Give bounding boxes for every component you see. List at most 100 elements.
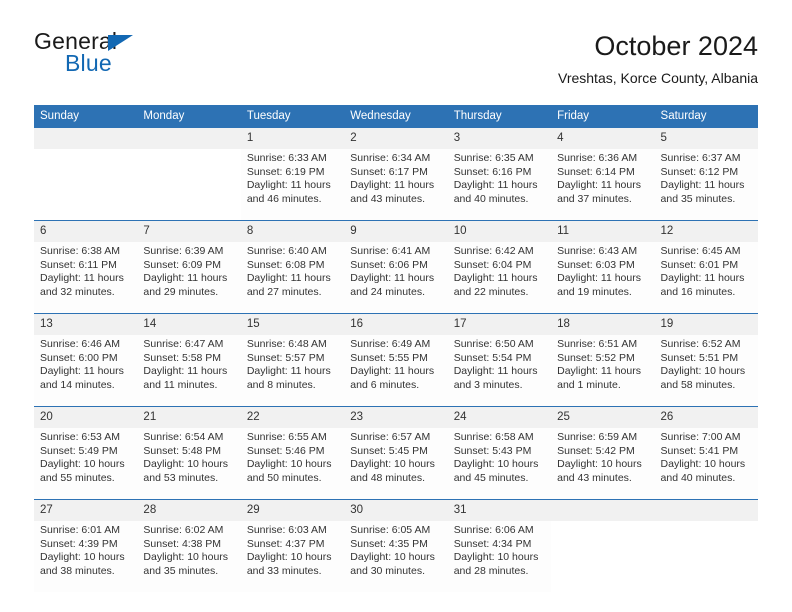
day-sunrise-text: Sunrise: 6:42 AM bbox=[453, 245, 534, 257]
day-sunset-text: Sunset: 4:38 PM bbox=[143, 537, 222, 550]
day-number[interactable]: 2 bbox=[344, 128, 448, 149]
day-daylight-2-text: and 29 minutes. bbox=[143, 285, 219, 298]
day-sunrise-text: Sunrise: 6:38 AM bbox=[40, 245, 120, 257]
day-cell[interactable]: Sunrise: 6:46 AM Sunset: 6:00 PM Daylight:… bbox=[34, 335, 138, 406]
day-sunrise-text: Sunrise: 6:36 AM bbox=[557, 152, 638, 164]
day-cell[interactable]: Sunrise: 6:59 AM Sunset: 5:42 PM Daylight:… bbox=[551, 428, 655, 499]
day-daylight-1-text: Daylight: 10 hours bbox=[453, 458, 539, 471]
day-cell[interactable]: Sunrise: 6:02 AM Sunset: 4:38 PM Daylight:… bbox=[137, 521, 241, 592]
day-number[interactable]: 5 bbox=[654, 128, 758, 149]
day-number[interactable]: 23 bbox=[344, 407, 448, 428]
week-detail-row: Sunrise: 6:46 AM Sunset: 6:00 PM Daylight:… bbox=[34, 335, 758, 406]
day-number[interactable]: 6 bbox=[34, 221, 138, 242]
day-sunset-text: Sunset: 6:11 PM bbox=[40, 258, 117, 271]
day-number-empty bbox=[551, 500, 655, 521]
day-number[interactable]: 14 bbox=[137, 314, 241, 335]
day-sunset-text: Sunset: 5:49 PM bbox=[40, 444, 118, 457]
day-sunrise-text: Sunrise: 6:39 AM bbox=[143, 245, 224, 257]
day-cell[interactable]: Sunrise: 6:55 AM Sunset: 5:46 PM Daylight:… bbox=[240, 428, 345, 499]
day-number[interactable]: 12 bbox=[654, 221, 758, 242]
day-daylight-1-text: Daylight: 11 hours bbox=[40, 365, 124, 378]
day-number[interactable]: 10 bbox=[447, 221, 552, 242]
day-daylight-1-text: Daylight: 11 hours bbox=[660, 272, 745, 285]
day-cell[interactable]: Sunrise: 6:33 AM Sunset: 6:19 PM Daylight:… bbox=[240, 149, 345, 220]
day-cell[interactable]: Sunrise: 6:35 AM Sunset: 6:16 PM Daylight:… bbox=[447, 149, 552, 220]
day-cell[interactable]: Sunrise: 6:39 AM Sunset: 6:09 PM Daylight:… bbox=[137, 242, 241, 313]
day-number[interactable]: 27 bbox=[34, 500, 138, 521]
day-number[interactable]: 15 bbox=[240, 314, 345, 335]
day-cell[interactable]: Sunrise: 6:45 AM Sunset: 6:01 PM Daylight:… bbox=[654, 242, 758, 313]
day-cell[interactable]: Sunrise: 6:43 AM Sunset: 6:03 PM Daylight:… bbox=[551, 242, 655, 313]
day-sunset-text: Sunset: 5:52 PM bbox=[557, 351, 635, 364]
day-number[interactable]: 20 bbox=[34, 407, 138, 428]
day-daylight-1-text: Daylight: 10 hours bbox=[40, 551, 125, 564]
day-number[interactable]: 3 bbox=[447, 128, 552, 149]
day-cell[interactable]: Sunrise: 6:06 AM Sunset: 4:34 PM Daylight:… bbox=[447, 521, 552, 592]
day-daylight-2-text: and 11 minutes. bbox=[143, 378, 218, 391]
day-daylight-1-text: Daylight: 10 hours bbox=[660, 458, 746, 471]
day-cell[interactable]: Sunrise: 6:05 AM Sunset: 4:35 PM Daylight:… bbox=[344, 521, 448, 592]
week-detail-row: Sunrise: 6:53 AM Sunset: 5:49 PM Daylight:… bbox=[34, 428, 758, 499]
calendar-page: General Blue October 2024 Vreshtas, Korc… bbox=[0, 0, 792, 612]
day-cell[interactable]: Sunrise: 6:34 AM Sunset: 6:17 PM Daylight:… bbox=[344, 149, 448, 220]
day-number[interactable]: 16 bbox=[344, 314, 448, 335]
day-number[interactable]: 13 bbox=[34, 314, 138, 335]
day-number[interactable]: 31 bbox=[447, 500, 552, 521]
day-daylight-2-text: and 8 minutes. bbox=[246, 378, 316, 391]
day-sunrise-text: Sunrise: 6:59 AM bbox=[557, 431, 638, 443]
day-number[interactable]: 17 bbox=[447, 314, 552, 335]
day-cell[interactable]: Sunrise: 6:50 AM Sunset: 5:54 PM Daylight:… bbox=[447, 335, 552, 406]
day-cell[interactable]: Sunrise: 6:49 AM Sunset: 5:55 PM Daylight:… bbox=[344, 335, 448, 406]
page-subtitle: Vreshtas, Korce County, Albania bbox=[558, 70, 758, 86]
day-cell[interactable]: Sunrise: 6:51 AM Sunset: 5:52 PM Daylight:… bbox=[551, 335, 655, 406]
day-number[interactable]: 22 bbox=[240, 407, 345, 428]
day-number[interactable]: 30 bbox=[344, 500, 448, 521]
general-blue-logo[interactable]: General Blue bbox=[34, 30, 334, 88]
day-number[interactable]: 8 bbox=[240, 221, 345, 242]
day-cell[interactable]: Sunrise: 6:40 AM Sunset: 6:08 PM Daylight:… bbox=[240, 242, 345, 313]
day-cell[interactable]: Sunrise: 6:38 AM Sunset: 6:11 PM Daylight:… bbox=[34, 242, 138, 313]
day-cell[interactable]: Sunrise: 6:54 AM Sunset: 5:48 PM Daylight:… bbox=[137, 428, 241, 499]
day-cell[interactable]: Sunrise: 6:53 AM Sunset: 5:49 PM Daylight:… bbox=[34, 428, 138, 499]
day-daylight-1-text: Daylight: 10 hours bbox=[143, 458, 229, 471]
day-cell[interactable]: Sunrise: 6:52 AM Sunset: 5:51 PM Daylight:… bbox=[654, 335, 758, 406]
day-number[interactable]: 7 bbox=[137, 221, 241, 242]
day-daylight-1-text: Daylight: 10 hours bbox=[246, 551, 332, 564]
day-number[interactable]: 29 bbox=[240, 500, 345, 521]
day-number[interactable]: 4 bbox=[551, 128, 655, 149]
day-sunset-text: Sunset: 5:41 PM bbox=[660, 444, 739, 457]
day-daylight-1-text: Daylight: 11 hours bbox=[350, 365, 435, 378]
day-daylight-2-text: and 38 minutes. bbox=[40, 564, 115, 577]
day-number[interactable]: 24 bbox=[447, 407, 552, 428]
day-cell[interactable]: Sunrise: 6:42 AM Sunset: 6:04 PM Daylight:… bbox=[447, 242, 552, 313]
day-sunset-text: Sunset: 5:51 PM bbox=[660, 351, 739, 364]
day-number[interactable]: 21 bbox=[137, 407, 241, 428]
day-cell[interactable]: Sunrise: 6:41 AM Sunset: 6:06 PM Daylight:… bbox=[344, 242, 448, 313]
day-daylight-2-text: and 30 minutes. bbox=[350, 564, 425, 577]
day-cell[interactable]: Sunrise: 6:47 AM Sunset: 5:58 PM Daylight:… bbox=[137, 335, 241, 406]
day-cell[interactable]: Sunrise: 6:57 AM Sunset: 5:45 PM Daylight:… bbox=[344, 428, 448, 499]
day-number[interactable]: 25 bbox=[551, 407, 655, 428]
day-cell-empty bbox=[137, 149, 241, 220]
weekday-header-monday: Monday bbox=[137, 105, 241, 128]
day-sunset-text: Sunset: 6:03 PM bbox=[557, 258, 635, 271]
day-daylight-1-text: Daylight: 10 hours bbox=[660, 365, 746, 378]
day-cell[interactable]: Sunrise: 6:48 AM Sunset: 5:57 PM Daylight:… bbox=[240, 335, 345, 406]
day-number[interactable]: 18 bbox=[551, 314, 655, 335]
day-cell[interactable]: Sunrise: 6:36 AM Sunset: 6:14 PM Daylight:… bbox=[551, 149, 655, 220]
day-sunset-text: Sunset: 6:12 PM bbox=[660, 165, 739, 178]
day-number[interactable]: 26 bbox=[654, 407, 758, 428]
day-sunrise-text: Sunrise: 6:48 AM bbox=[246, 338, 327, 350]
day-cell[interactable]: Sunrise: 6:03 AM Sunset: 4:37 PM Daylight:… bbox=[240, 521, 345, 592]
day-number[interactable]: 28 bbox=[137, 500, 241, 521]
day-number[interactable]: 11 bbox=[551, 221, 655, 242]
day-number[interactable]: 1 bbox=[240, 128, 345, 149]
day-cell[interactable]: Sunrise: 6:37 AM Sunset: 6:12 PM Daylight:… bbox=[654, 149, 758, 220]
day-daylight-1-text: Daylight: 11 hours bbox=[453, 365, 538, 378]
day-cell[interactable]: Sunrise: 7:00 AM Sunset: 5:41 PM Daylight:… bbox=[654, 428, 758, 499]
day-number[interactable]: 19 bbox=[654, 314, 758, 335]
day-cell[interactable]: Sunrise: 6:01 AM Sunset: 4:39 PM Daylight:… bbox=[34, 521, 138, 592]
calendar-body: 1 2 3 4 5 Sunrise: 6:33 AM Sunset: 6:19 PM Dayl… bbox=[34, 128, 758, 592]
day-cell[interactable]: Sunrise: 6:58 AM Sunset: 5:43 PM Daylight:… bbox=[447, 428, 552, 499]
day-number[interactable]: 9 bbox=[344, 221, 448, 242]
